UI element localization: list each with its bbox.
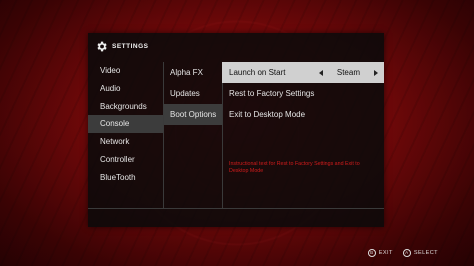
category-backgrounds[interactable]: Backgrounds — [88, 98, 163, 116]
hint-exit[interactable]: B EXIT — [367, 249, 393, 257]
panel-title: SETTINGS — [112, 42, 149, 50]
category-console[interactable]: Console — [88, 115, 163, 134]
hint-select[interactable]: A SELECT — [402, 249, 438, 257]
category-bluetooth[interactable]: BlueTooth — [88, 169, 163, 187]
launch-value: Steam — [336, 68, 360, 77]
subcategory-alpha-fx[interactable]: Alpha FX — [164, 62, 222, 83]
b-button-icon: B — [367, 249, 376, 257]
gear-icon — [97, 41, 107, 51]
category-network[interactable]: Network — [88, 133, 163, 151]
options-list: Launch on Start Steam Rest to Factory Se… — [222, 62, 384, 125]
hint-select-label: SELECT — [413, 250, 438, 256]
arrow-left-icon[interactable] — [318, 69, 323, 76]
a-button-icon: A — [402, 249, 411, 257]
value-selector: Steam — [318, 62, 378, 83]
panel-footer — [88, 208, 384, 228]
subcategory-boot-options[interactable]: Boot Options — [164, 104, 222, 125]
category-audio[interactable]: Audio — [88, 80, 163, 98]
help-text: Instructional text for Rest to Factory S… — [229, 161, 360, 175]
settings-panel: SETTINGS Video Audio Backgrounds Console… — [88, 33, 384, 227]
subcategory-list: Alpha FX Updates Boot Options — [164, 62, 222, 125]
button-hints: B EXIT A SELECT — [367, 249, 438, 257]
option-launch-label: Launch on Start — [229, 68, 286, 77]
option-launch-on-start[interactable]: Launch on Start Steam — [222, 62, 384, 83]
panel-header: SETTINGS — [88, 33, 384, 59]
option-exit-desktop[interactable]: Exit to Desktop Mode — [222, 104, 384, 125]
subcategory-updates[interactable]: Updates — [164, 83, 222, 104]
category-controller[interactable]: Controller — [88, 151, 163, 169]
hint-exit-label: EXIT — [378, 250, 393, 256]
category-list: Video Audio Backgrounds Console Network … — [88, 62, 163, 187]
arrow-right-icon[interactable] — [374, 69, 378, 76]
category-video[interactable]: Video — [88, 62, 163, 80]
option-reset-factory[interactable]: Rest to Factory Settings — [222, 83, 384, 104]
